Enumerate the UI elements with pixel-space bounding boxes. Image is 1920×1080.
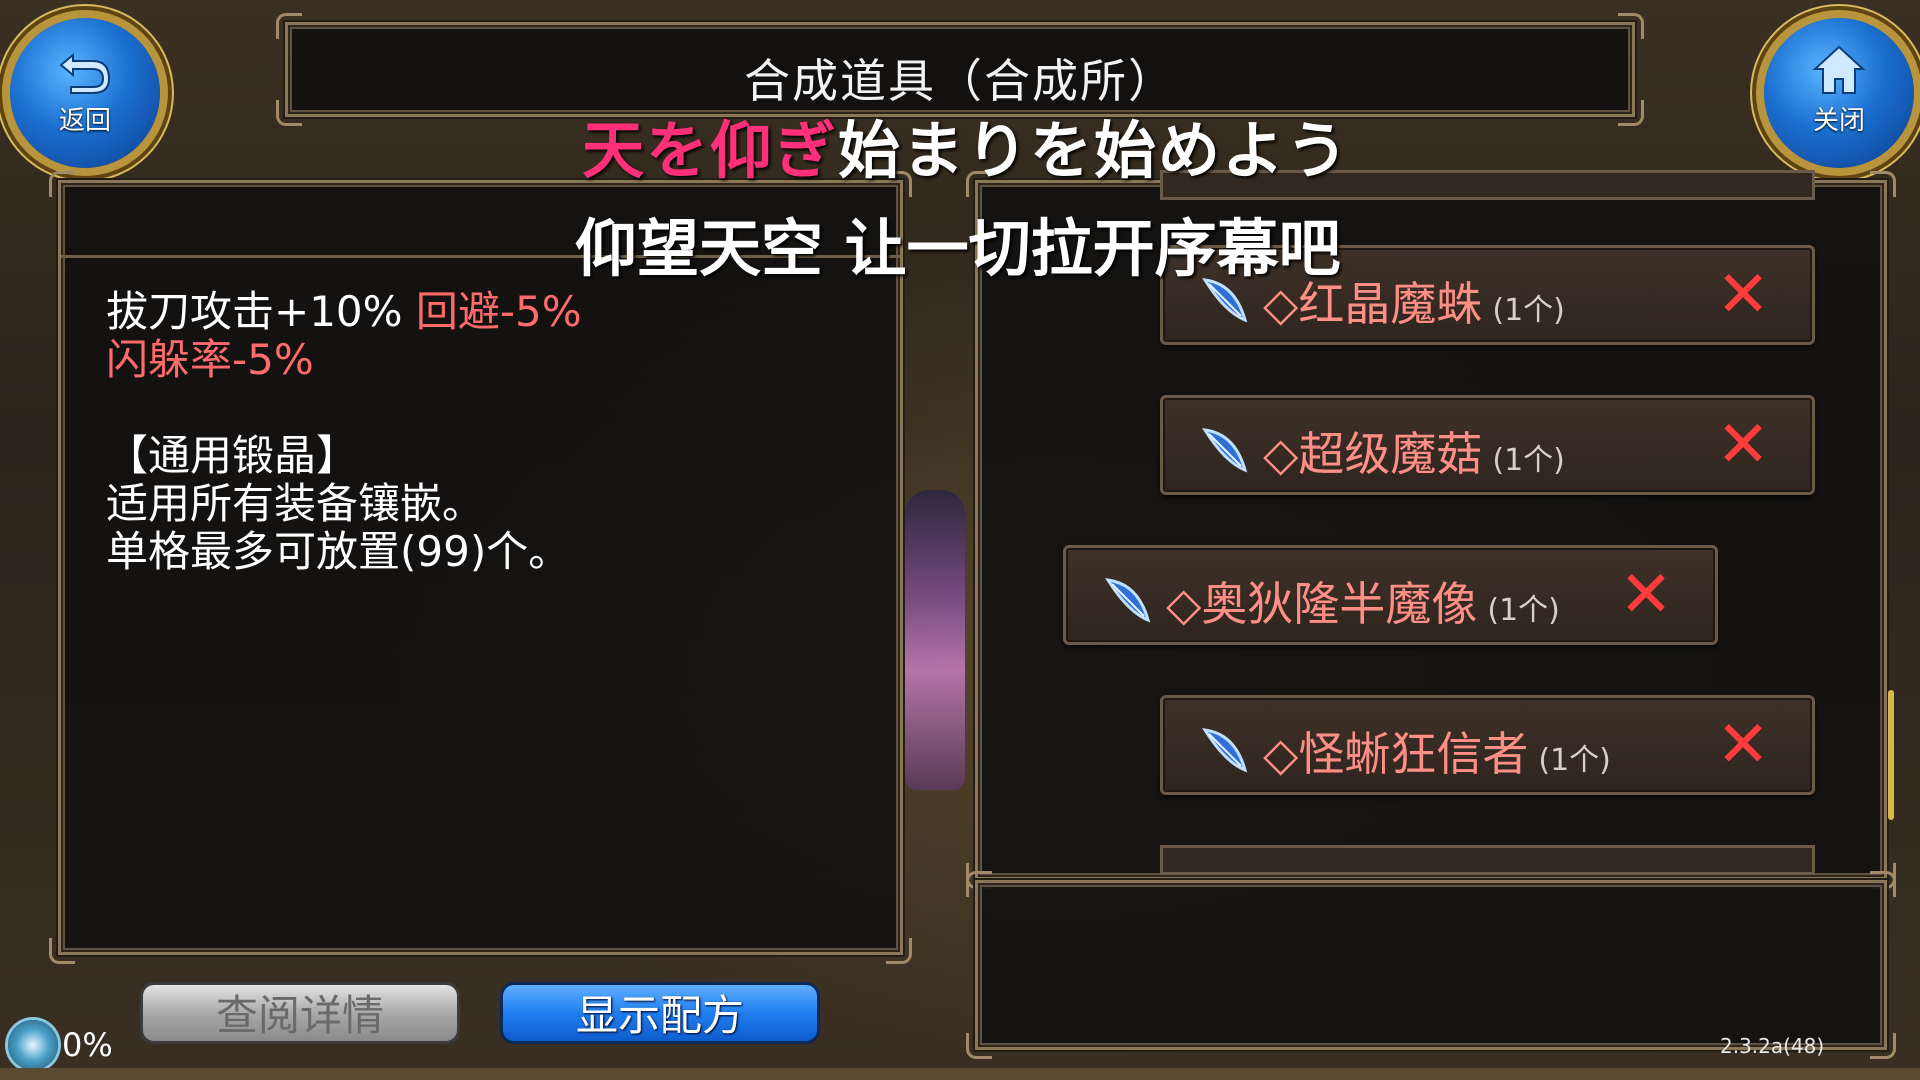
material-count: (1个) (1538, 743, 1611, 778)
version-label: 2.3.2a(48) (1720, 1034, 1825, 1058)
stat-attack: 拔刀攻击+10% (106, 287, 403, 336)
material-count: (1个) (1487, 593, 1560, 628)
close-label: 关闭 (1812, 106, 1865, 136)
list-item-partial-bottom (1160, 845, 1815, 875)
list-scrollbar[interactable] (1888, 690, 1894, 820)
item-category: 【通用锻晶】 (106, 431, 359, 480)
item-description-panel: 拔刀攻击+10% 回避-5% 闪躲率-5% 【通用锻晶】 适用所有装备镶嵌。 单… (49, 171, 912, 964)
material-name: ◇超级魔菇 (1263, 427, 1483, 481)
stat-evade: 回避-5% (415, 287, 582, 336)
material-name: ◇怪蜥狂信者 (1263, 727, 1529, 781)
remove-material-button[interactable]: ✕ (1708, 260, 1778, 330)
stack-limit-text: 单格最多可放置(99)个。 (106, 527, 571, 576)
usage-text: 适用所有装备镶嵌。 (106, 479, 485, 528)
material-item-4[interactable]: ◇怪蜥狂信者 (1个) ✕ (1160, 695, 1815, 795)
bottom-frame-bar (0, 1068, 1920, 1080)
subtitle-rest: 始まりを始めよう (838, 114, 1351, 187)
loading-orb-icon (8, 1020, 58, 1070)
material-item-3-selected[interactable]: ◇奥狄隆半魔像 (1个) ✕ (1063, 545, 1718, 645)
player-character (905, 490, 965, 790)
back-arrow-icon (59, 52, 111, 94)
stat-line-1: 拔刀攻击+10% 回避-5% (106, 288, 582, 336)
stat-dodge-rate: 闪躲率-5% (106, 335, 314, 384)
remove-material-button[interactable]: ✕ (1708, 410, 1778, 480)
material-name: ◇奥狄隆半魔像 (1166, 577, 1478, 631)
close-button[interactable]: 关闭 (1764, 18, 1914, 168)
subtitle-japanese: 天を仰ぎ始まりを始めよう (582, 100, 1350, 190)
material-item-2[interactable]: ◇超级魔菇 (1个) ✕ (1160, 395, 1815, 495)
feather-icon (1202, 728, 1248, 773)
home-icon (1812, 45, 1866, 94)
remove-material-button[interactable]: ✕ (1708, 710, 1778, 780)
subtitle-highlight: 天を仰ぎ (582, 114, 839, 187)
material-count: (1个) (1492, 293, 1565, 328)
result-panel (966, 871, 1896, 1059)
subtitle-chinese: 仰望天空 让一切拉开序幕吧 (575, 212, 1341, 285)
back-label: 返回 (58, 106, 111, 136)
show-recipe-button[interactable]: 显示配方 (500, 982, 820, 1044)
view-details-button[interactable]: 查阅详情 (140, 982, 460, 1044)
material-count: (1个) (1492, 443, 1565, 478)
feather-icon (1105, 578, 1151, 623)
back-button[interactable]: 返回 (10, 18, 160, 168)
item-description: 拔刀攻击+10% 回避-5% 闪躲率-5% 【通用锻晶】 适用所有装备镶嵌。 单… (106, 288, 582, 576)
remove-material-button[interactable]: ✕ (1611, 560, 1681, 630)
loading-percent: 0% (62, 1026, 113, 1064)
feather-icon (1202, 428, 1248, 473)
